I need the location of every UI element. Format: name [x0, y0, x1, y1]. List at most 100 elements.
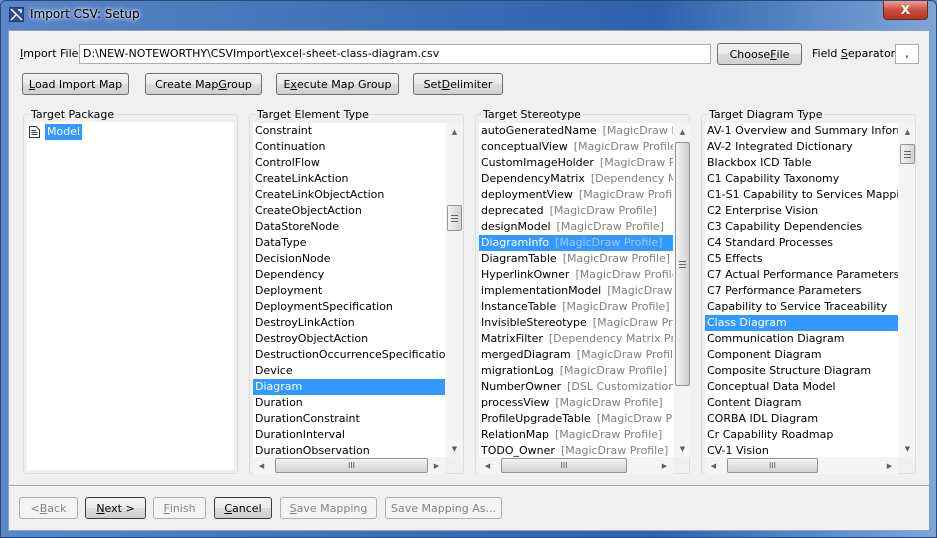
element-type-hscrollbar[interactable]: ◀ III ▶ — [253, 457, 445, 474]
list-item[interactable]: Class Diagram — [705, 315, 898, 331]
cancel-button[interactable]: Cancel — [214, 497, 272, 519]
list-item[interactable]: C4 Standard Processes — [705, 235, 898, 251]
title-bar[interactable]: Import CSV: Setup X — [1, 1, 936, 29]
list-item[interactable]: HyperlinkOwner [MagicDraw Profile] — [479, 267, 673, 283]
list-item[interactable]: Conceptual Data Model — [705, 379, 898, 395]
scroll-down-arrow-icon[interactable]: ▼ — [446, 440, 463, 457]
scroll-down-arrow-icon[interactable]: ▼ — [899, 440, 916, 457]
set-delimiter-button[interactable]: Set Delimiter — [413, 73, 503, 95]
list-item[interactable]: Device — [253, 363, 445, 379]
list-item[interactable]: C1-S1 Capability to Services Mapping — [705, 187, 898, 203]
stereotype-hscrollbar[interactable]: ◀ III ▶ — [479, 457, 673, 474]
list-item[interactable]: Cr Capability Roadmap — [705, 427, 898, 443]
scroll-up-arrow-icon[interactable]: ▲ — [899, 123, 916, 140]
list-item[interactable]: TODO_Owner [MagicDraw Profile] — [479, 443, 673, 457]
list-item[interactable]: Communication Diagram — [705, 331, 898, 347]
list-item[interactable]: DataType — [253, 235, 445, 251]
scroll-thumb[interactable] — [675, 142, 690, 386]
list-item[interactable]: Dependency — [253, 267, 445, 283]
close-button[interactable]: X — [883, 1, 928, 20]
list-item[interactable]: CreateLinkObjectAction — [253, 187, 445, 203]
list-item[interactable]: DataStoreNode — [253, 219, 445, 235]
scroll-up-arrow-icon[interactable]: ▲ — [674, 123, 691, 140]
list-item[interactable]: processView [MagicDraw Profile] — [479, 395, 673, 411]
list-item[interactable]: designModel [MagicDraw Profile] — [479, 219, 673, 235]
scroll-left-arrow-icon[interactable]: ◀ — [479, 457, 496, 474]
list-item[interactable]: Duration — [253, 395, 445, 411]
list-item[interactable]: DiagramInfo [MagicDraw Profile] — [479, 235, 673, 251]
list-item[interactable]: C3 Capability Dependencies — [705, 219, 898, 235]
list-item[interactable]: CustomImageHolder [MagicDraw Profile] — [479, 155, 673, 171]
list-item[interactable]: C1 Capability Taxonomy — [705, 171, 898, 187]
load-import-map-button[interactable]: Load Import Map — [22, 73, 129, 95]
list-item[interactable]: DurationObservation — [253, 443, 445, 457]
scroll-down-arrow-icon[interactable]: ▼ — [674, 440, 691, 457]
scroll-thumb[interactable]: III — [501, 458, 627, 473]
scroll-thumb[interactable] — [447, 205, 462, 231]
list-item[interactable]: C7 Performance Parameters — [705, 283, 898, 299]
list-item[interactable]: DurationConstraint — [253, 411, 445, 427]
list-item[interactable]: ProfileUpgradeTable [MagicDraw Profile] — [479, 411, 673, 427]
list-item[interactable]: Deployment — [253, 283, 445, 299]
list-item[interactable]: DurationInterval — [253, 427, 445, 443]
next-button[interactable]: Next > — [85, 497, 146, 519]
list-item[interactable]: conceptualView [MagicDraw Profile] — [479, 139, 673, 155]
field-separator-input[interactable]: , — [895, 44, 919, 64]
list-item[interactable]: DeploymentSpecification — [253, 299, 445, 315]
list-item[interactable]: CreateObjectAction — [253, 203, 445, 219]
element-type-vscrollbar[interactable]: ▲ ▼ — [445, 123, 462, 457]
list-item[interactable]: InvisibleStereotype [MagicDraw Profile] — [479, 315, 673, 331]
scroll-up-arrow-icon[interactable]: ▲ — [446, 123, 463, 140]
list-item[interactable]: deploymentView [MagicDraw Profile] — [479, 187, 673, 203]
list-item[interactable]: RelationMap [MagicDraw Profile] — [479, 427, 673, 443]
target-element-type-list[interactable]: Constraint Continuation ControlFlow CreateL… — [253, 123, 445, 457]
execute-map-group-button[interactable]: Ex ecute Map Group — [276, 73, 399, 95]
list-item[interactable]: DependencyMatrix [Dependency Matrix Profi… — [479, 171, 673, 187]
create-map-group-button[interactable]: Create Map Group — [145, 73, 262, 95]
list-item[interactable]: CV-1 Vision — [705, 443, 898, 457]
back-button[interactable]: < Back — [19, 497, 78, 519]
save-mapping-as-button[interactable]: Save Mapping As... — [385, 497, 502, 519]
scroll-left-arrow-icon[interactable]: ◀ — [705, 457, 722, 474]
list-item[interactable]: C2 Enterprise Vision — [705, 203, 898, 219]
list-item[interactable]: DestructionOccurrenceSpecification — [253, 347, 445, 363]
list-item[interactable]: mergedDiagram [MagicDraw Profile] — [479, 347, 673, 363]
list-item[interactable]: Blackbox ICD Table — [705, 155, 898, 171]
list-item[interactable]: migrationLog [MagicDraw Profile] — [479, 363, 673, 379]
list-item[interactable]: AV-1 Overview and Summary Information — [705, 123, 898, 139]
target-stereotype-list[interactable]: autoGeneratedName[MagicDraw Profile]conc… — [479, 123, 673, 457]
list-item[interactable]: Composite Structure Diagram — [705, 363, 898, 379]
scroll-left-arrow-icon[interactable]: ◀ — [253, 457, 270, 474]
list-item[interactable]: AV-2 Integrated Dictionary — [705, 139, 898, 155]
scroll-thumb[interactable] — [900, 144, 915, 164]
finish-button[interactable]: Finish — [153, 497, 206, 519]
package-item-model[interactable]: Model — [29, 124, 234, 140]
list-item[interactable]: Component Diagram — [705, 347, 898, 363]
import-file-input[interactable]: D:\NEW-NOTEWORTHY\CSVImport\excel-sheet-… — [79, 44, 711, 64]
diagram-type-vscrollbar[interactable]: ▲ ▼ — [898, 123, 915, 457]
list-item[interactable]: Content Diagram — [705, 395, 898, 411]
list-item[interactable]: Diagram — [253, 379, 445, 395]
scroll-thumb[interactable]: III — [275, 458, 428, 473]
list-item[interactable]: DecisionNode — [253, 251, 445, 267]
list-item[interactable]: Capability to Service Traceability — [705, 299, 898, 315]
list-item[interactable]: Continuation — [253, 139, 445, 155]
list-item[interactable]: autoGeneratedName [MagicDraw Profile] — [479, 123, 673, 139]
list-item[interactable]: Constraint — [253, 123, 445, 139]
scroll-right-arrow-icon[interactable]: ▶ — [656, 457, 673, 474]
choose-file-button[interactable]: Choose File — [717, 43, 802, 65]
diagram-type-hscrollbar[interactable]: ◀ III ▶ — [705, 457, 898, 474]
scroll-right-arrow-icon[interactable]: ▶ — [881, 457, 898, 474]
list-item[interactable]: DestroyLinkAction — [253, 315, 445, 331]
target-package-tree[interactable]: Model — [27, 122, 234, 470]
list-item[interactable]: InstanceTable [MagicDraw Profile] — [479, 299, 673, 315]
list-item[interactable]: ControlFlow — [253, 155, 445, 171]
list-item[interactable]: MatrixFilter [Dependency Matrix Profile] — [479, 331, 673, 347]
list-item[interactable]: CORBA IDL Diagram — [705, 411, 898, 427]
stereotype-vscrollbar[interactable]: ▲ ▼ — [673, 123, 690, 457]
list-item[interactable]: C5 Effects — [705, 251, 898, 267]
list-item[interactable]: deprecated [MagicDraw Profile] — [479, 203, 673, 219]
scroll-right-arrow-icon[interactable]: ▶ — [428, 457, 445, 474]
list-item[interactable]: DestroyObjectAction — [253, 331, 445, 347]
list-item[interactable]: CreateLinkAction — [253, 171, 445, 187]
